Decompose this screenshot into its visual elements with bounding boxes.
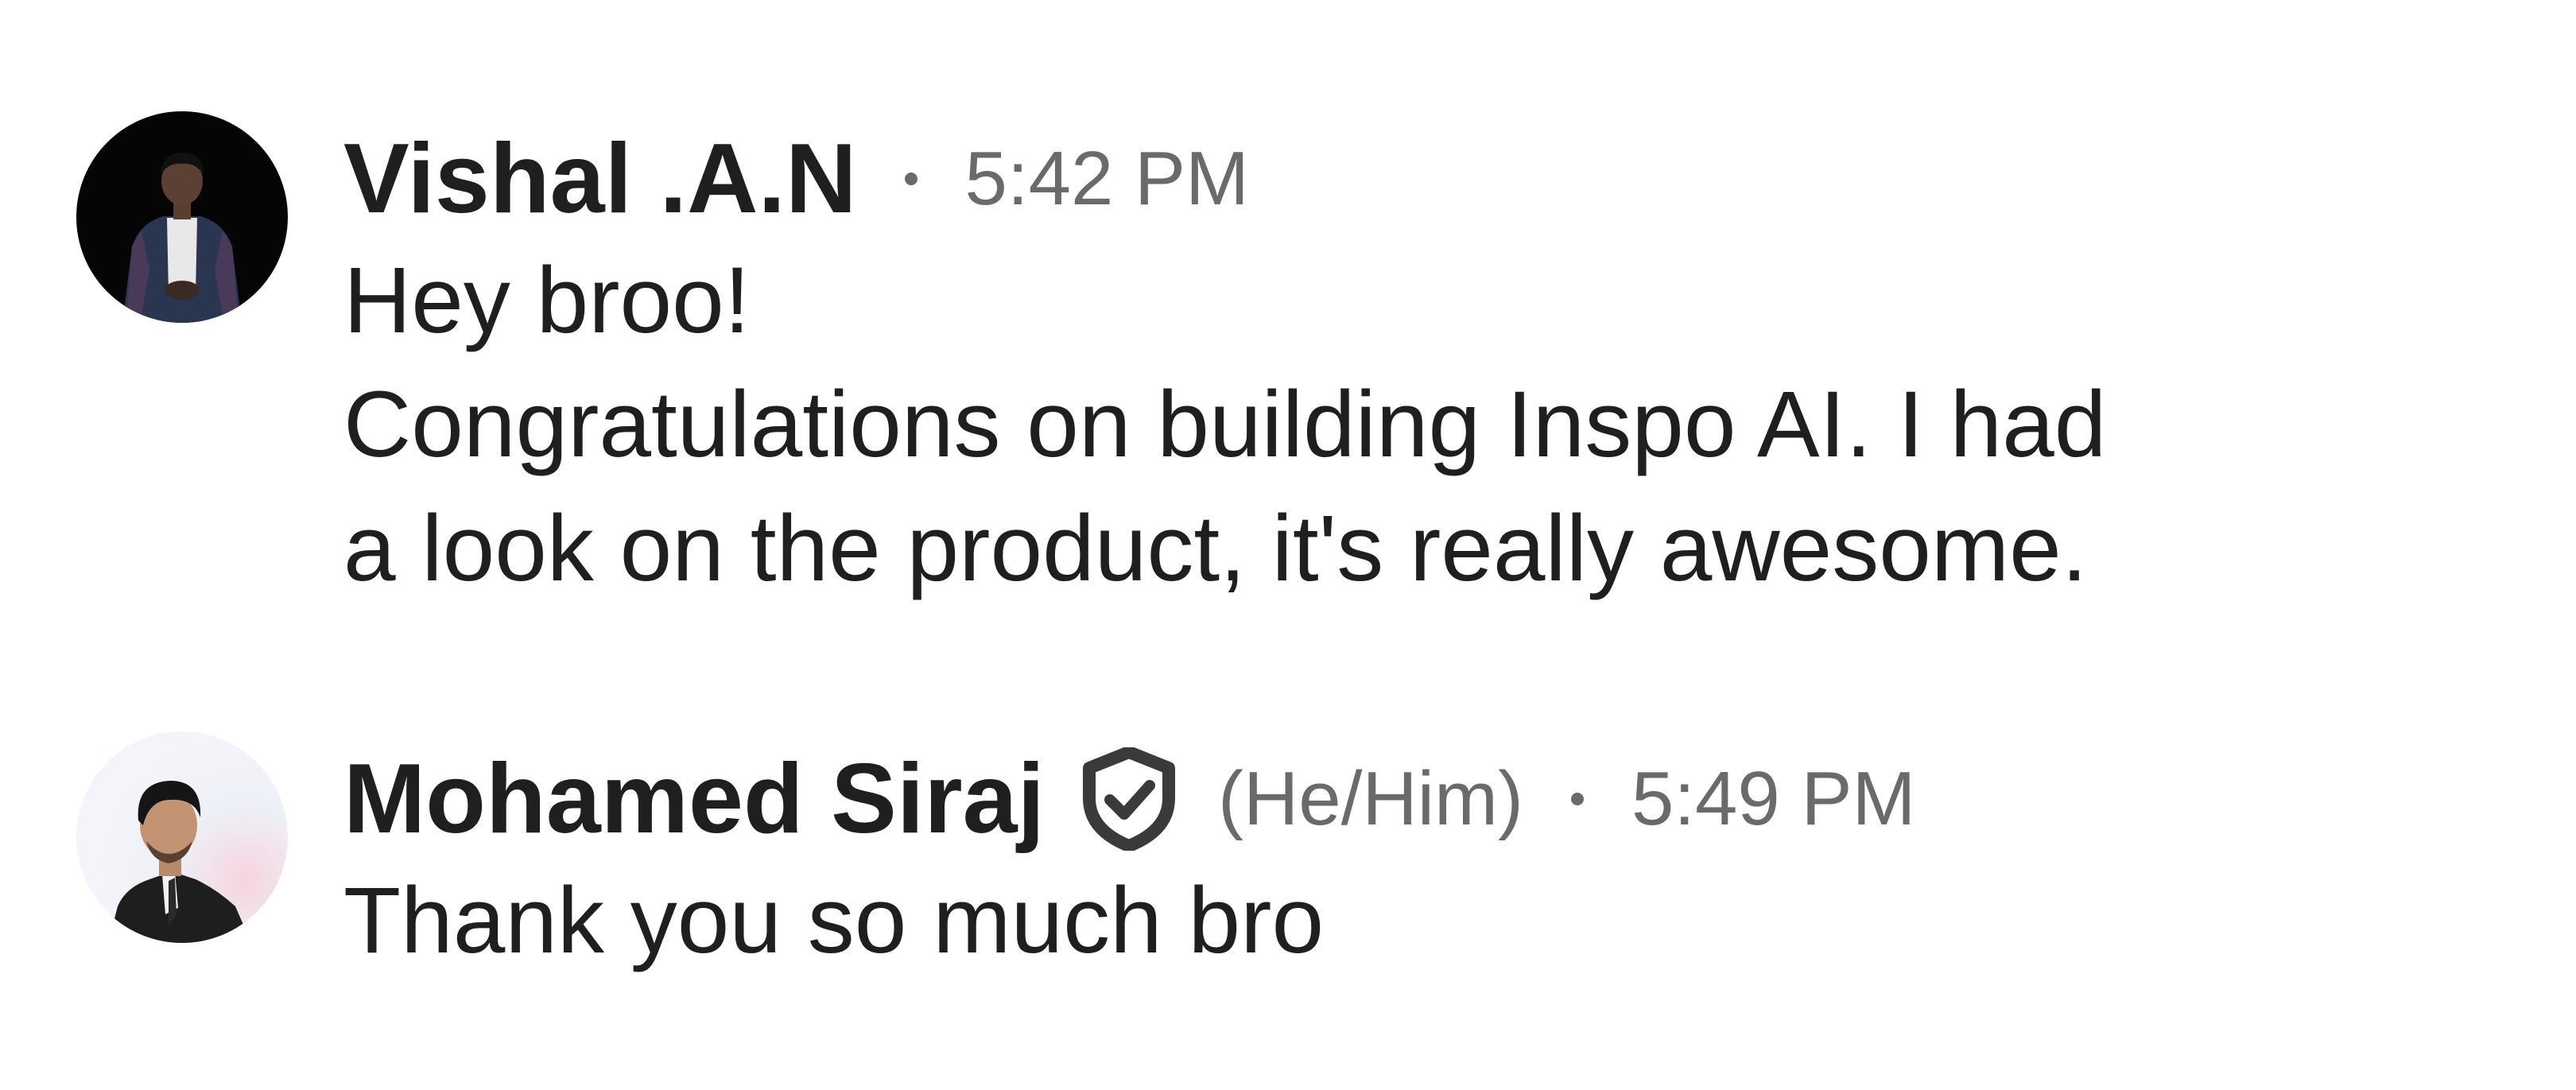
separator-dot — [1570, 793, 1584, 805]
sender-name[interactable]: Vishal .A.N — [343, 122, 857, 235]
message-timestamp: 5:42 PM — [964, 136, 1250, 221]
sender-pronouns: (He/Him) — [1218, 756, 1523, 841]
separator-dot — [904, 173, 918, 185]
message-text-line: a look on the product, it's really aweso… — [343, 496, 2088, 601]
message-header: Vishal .A.N 5:42 PM — [343, 119, 2490, 239]
message-text-line: Congratulations on building Inspo AI. I … — [343, 372, 2107, 477]
message-body: Thank you so much bro — [343, 859, 2490, 983]
message-header: Mohamed Siraj (He/Him) 5:49 PM — [343, 739, 2490, 859]
message-text-line: Thank you so much bro — [343, 868, 1325, 973]
message-item: Mohamed Siraj (He/Him) 5:49 PM Thank you… — [76, 731, 2490, 983]
profile-photo-icon — [76, 731, 288, 943]
sender-avatar[interactable] — [76, 731, 288, 943]
message-text-line: Hey broo! — [343, 248, 751, 353]
message-thread: Vishal .A.N 5:42 PM Hey broo! Congratula… — [0, 0, 2576, 1090]
message-timestamp: 5:49 PM — [1631, 756, 1916, 841]
verified-shield-check-icon[interactable] — [1080, 747, 1178, 851]
sender-name[interactable]: Mohamed Siraj — [343, 743, 1045, 855]
profile-photo-icon — [76, 111, 288, 323]
sender-avatar[interactable] — [76, 111, 288, 323]
message-content: Vishal .A.N 5:42 PM Hey broo! Congratula… — [343, 119, 2490, 611]
message-item: Vishal .A.N 5:42 PM Hey broo! Congratula… — [76, 111, 2490, 611]
message-body: Hey broo! Congratulations on building In… — [343, 239, 2490, 611]
message-content: Mohamed Siraj (He/Him) 5:49 PM Thank you… — [343, 739, 2490, 983]
